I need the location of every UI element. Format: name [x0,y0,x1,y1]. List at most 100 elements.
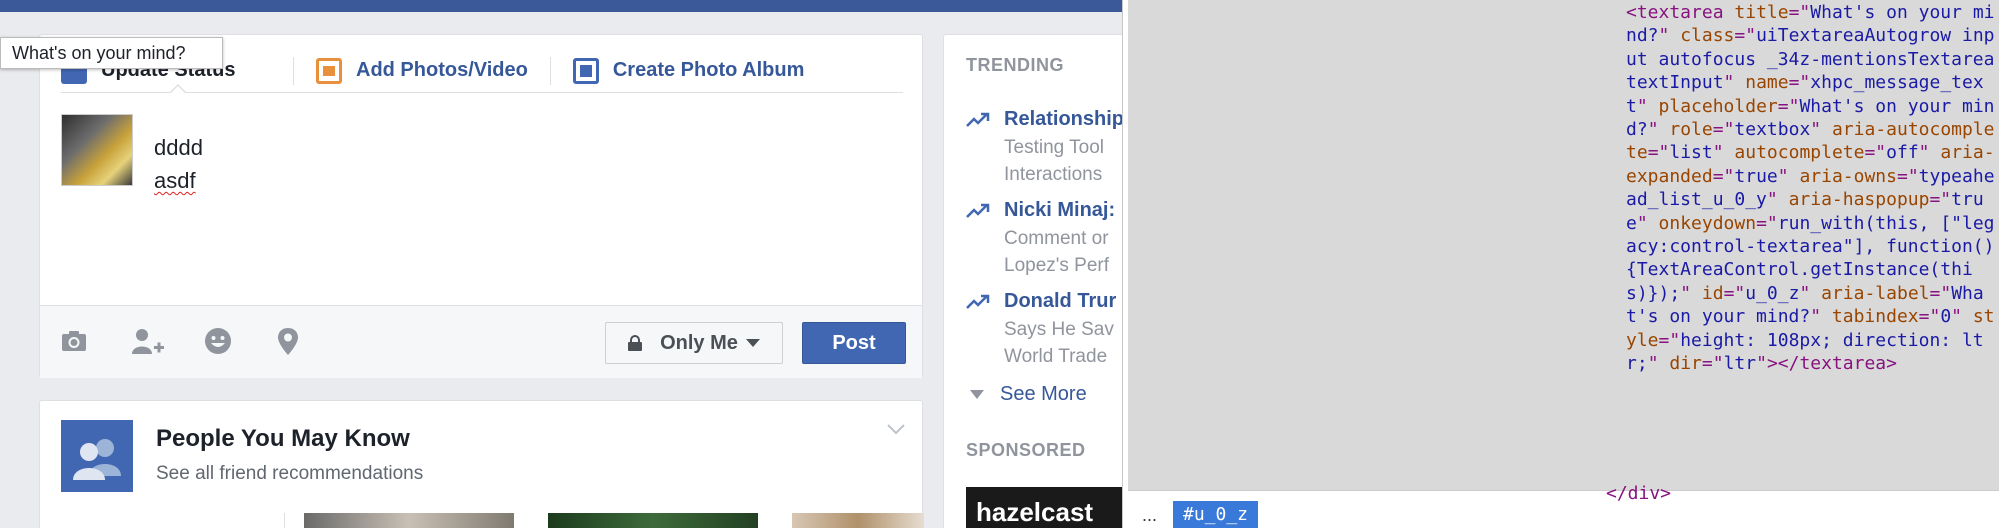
attribute-quote: " [1636,95,1648,117]
attribute-quote: =" [1756,212,1778,234]
status-line: asdf [154,164,203,197]
attribute-quote: =" [1712,119,1735,141]
tag-friends-icon[interactable] [130,326,166,356]
audience-selector-button[interactable]: Only Me [605,322,783,364]
trending-panel: TRENDING Relationship Testing Tool Inter… [943,34,1128,528]
attribute-quote: " [1658,25,1670,47]
attribute-quote: =" [1788,2,1811,23]
ad-image[interactable]: hazelcast [966,487,1128,528]
status-composer: Update Status Add Photos/Video Create Ph… [39,34,923,378]
attribute-quote: =" [1929,282,1952,304]
misspelled-word: asdf [154,168,196,193]
attribute-name: title [1734,2,1789,23]
see-more-link[interactable]: See More [966,383,1087,406]
dom-node-source[interactable]: <textarea title="What's on your mind?" c… [1626,1,1998,376]
closing-tag: </div> [1606,483,1672,504]
attribute-value: list [1669,142,1713,164]
attribute-quote: " [1777,165,1789,187]
attribute-quote: " [1810,306,1822,328]
sponsored-header: SPONSORED [966,440,1086,460]
trending-arrow-icon [966,112,990,127]
chevron-down-icon[interactable] [886,423,906,435]
tooltip: What's on your mind? [0,37,223,69]
people-icon [61,420,133,492]
attribute-value: 0 [1940,306,1952,328]
lock-icon [628,335,643,351]
facebook-top-bar [0,0,1128,12]
attribute-quote: " [1680,282,1692,304]
attribute-name: aria-owns [1799,165,1897,187]
audience-label: Only Me [660,331,738,354]
trending-title[interactable]: Donald Trur [1004,290,1116,313]
attribute-quote: " [1712,142,1724,164]
attribute-quote: =" [1896,165,1919,187]
tab-create-photo-album[interactable]: Create Photo Album [572,57,804,84]
trending-title[interactable]: Nicki Minaj: [1004,199,1115,222]
camera-icon[interactable] [59,326,89,356]
attribute-quote: " [1636,212,1648,234]
attribute-quote: " [1647,353,1659,375]
breadcrumb-selected-node[interactable]: #u_0_z [1173,501,1259,528]
tag-open: <textarea [1626,2,1724,23]
status-line: dddd [154,135,203,160]
attribute-quote: =" [1864,142,1887,164]
attribute-name: autocomplete [1734,142,1865,164]
attribute-name: aria-label [1821,282,1930,304]
tab-divider [549,56,551,85]
attribute-value: off [1886,142,1919,164]
attribute-name: tabindex [1831,306,1919,328]
attribute-value: textbox [1734,119,1811,141]
composer-footer: Only Me Post [40,305,922,378]
attribute-quote: =" [1788,72,1811,94]
attribute-quote: =" [1777,95,1800,117]
see-more-label: See More [1000,383,1087,405]
album-icon [572,57,599,84]
trending-subtitle: Comment or Lopez's Perf [1004,225,1109,279]
attribute-quote: =" [1723,282,1746,304]
trending-subtitle: Says He Sav World Trade [1004,316,1114,370]
attribute-quote: =" [1647,142,1670,164]
attribute-quote: " [1951,306,1962,328]
subtitle-line: Says He Sav [1004,319,1114,340]
trending-arrow-icon [966,294,990,309]
attribute-quote: " [1918,142,1930,164]
people-you-may-know-card: People You May Know See all friend recom… [39,400,924,528]
divider [284,513,285,528]
attribute-name: class [1680,25,1735,47]
tab-divider [293,56,294,85]
subtitle-line: Comment or [1004,228,1109,249]
dropdown-arrow-icon [745,339,760,347]
attribute-quote: " [1723,72,1735,94]
card-title: People You May Know [156,425,410,452]
attribute-quote: =" [1658,329,1681,351]
attribute-quote: =" [1712,165,1735,187]
status-textarea[interactable]: dddd asdf [154,131,203,197]
tag-close: ></textarea> [1766,353,1897,375]
trending-title[interactable]: Relationship [1004,108,1124,131]
suggestion-photo[interactable] [792,513,924,528]
attribute-name: id [1701,282,1724,304]
emoji-icon[interactable] [203,326,233,356]
suggestion-photo[interactable] [548,513,758,528]
active-tab-caret [169,83,187,94]
attribute-name: dir [1669,353,1702,375]
see-all-recommendations-link[interactable]: See all friend recommendations [156,463,423,485]
breadcrumb-ellipsis[interactable]: ... [1142,505,1157,526]
post-button[interactable]: Post [802,322,906,364]
attribute-value: ltr [1723,353,1757,375]
trending-subtitle: Testing Tool Interactions [1004,134,1104,188]
suggestion-photo[interactable] [304,513,514,528]
attribute-name: name [1745,72,1789,94]
attribute-name: role [1669,119,1713,141]
avatar[interactable] [61,114,133,186]
attribute-value: u_0_z [1745,282,1800,304]
tab-add-photos-video[interactable]: Add Photos/Video [316,57,528,84]
devtools-elements-panel: <textarea title="What's on your mind?" c… [1128,0,1999,528]
attribute-quote: " [1799,282,1811,304]
attribute-name: aria-haspopup [1788,189,1930,211]
attribute-quote: " [1756,353,1767,375]
devtools-breadcrumb-bar: </div> ... #u_0_z [1128,483,1999,528]
attribute-value: true [1734,165,1778,187]
location-pin-icon[interactable] [273,326,303,356]
attribute-quote: =" [1734,25,1757,47]
